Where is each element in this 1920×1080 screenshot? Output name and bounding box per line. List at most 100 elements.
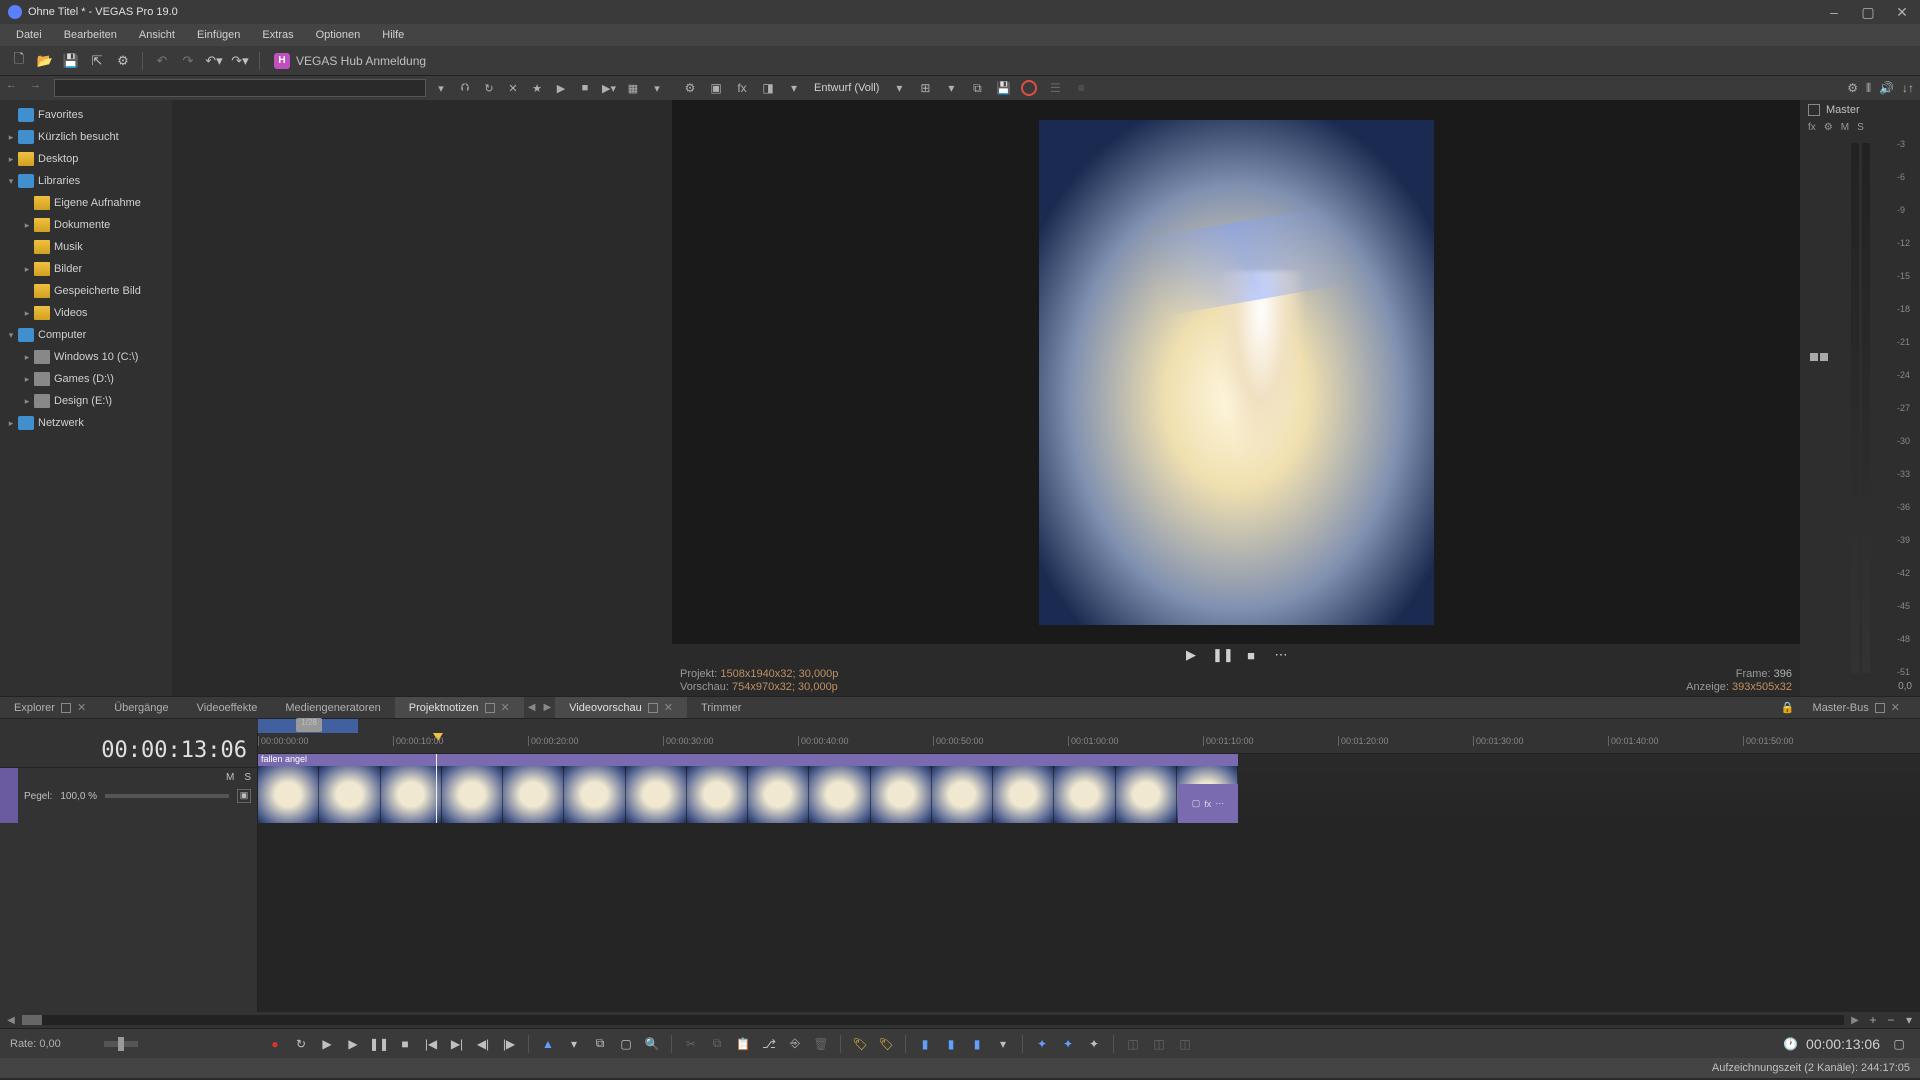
tab-mediengeneratoren[interactable]: Mediengeneratoren [271,697,394,718]
external-preview-icon[interactable]: ▣ [706,79,726,97]
properties-icon[interactable]: ⚙ [112,50,134,72]
timeline-tracks-area[interactable]: 00:00:00:0000:00:10:0000:00:20:0000:00:3… [258,733,1920,1012]
tab-scroll-left-icon[interactable]: ◀ [524,702,540,713]
quality-dropdown-icon[interactable]: ▾ [889,79,909,97]
overlay-dropdown-icon[interactable]: ▾ [941,79,961,97]
delete-clip-icon[interactable]: 🗑 [810,1034,832,1054]
tree-item[interactable]: Favorites [0,104,172,126]
delete-icon[interactable]: ✕ [504,79,522,97]
tree-toggle-icon[interactable]: ▸ [4,418,18,429]
tab-explorer[interactable]: Explorer✕ [0,697,100,718]
tree-item[interactable]: ▾Libraries [0,170,172,192]
prev-frame-icon[interactable]: ◀| [472,1034,494,1054]
refresh-icon[interactable]: ↻ [480,79,498,97]
preview-stop-icon[interactable]: ■ [1242,648,1260,663]
tree-item[interactable]: ▸Desktop [0,148,172,170]
go-end-icon[interactable]: ▶| [446,1034,468,1054]
track-options-icon[interactable]: ▣ [237,789,251,803]
go-start-icon[interactable]: |◀ [420,1034,442,1054]
auto-ripple-icon[interactable]: ▢ [615,1034,637,1054]
close-button[interactable]: ✕ [1892,4,1912,21]
tree-toggle-icon[interactable]: ▾ [4,330,18,341]
simulate-icon[interactable]: ≡ [1071,79,1091,97]
playhead-line[interactable] [436,754,437,823]
overlay-icon[interactable]: ⊞ [915,79,935,97]
normal-edit-tool-icon[interactable]: ▲ [537,1034,559,1054]
tab-videoeffekte[interactable]: Videoeffekte [183,697,272,718]
play-preview-icon[interactable]: ▶ [552,79,570,97]
lock-envelope-icon[interactable]: ✦ [1083,1034,1105,1054]
clip-crop-icon[interactable]: ▢ [1192,798,1201,809]
master-mute-button[interactable]: M [1841,122,1849,133]
master-solo-button[interactable]: S [1857,122,1864,133]
lock-icon[interactable]: 🔒 [1781,701,1795,714]
vegas-hub-login[interactable]: H VEGAS Hub Anmeldung [274,53,426,69]
maximize-button[interactable]: ▢ [1858,4,1878,21]
redo-icon[interactable]: ↷ [177,50,199,72]
tab-uebergaenge[interactable]: Übergänge [100,697,182,718]
new-project-icon[interactable]: 🗋 [8,50,30,72]
group-icon[interactable]: ◫ [1122,1034,1144,1054]
snap-dropdown-icon[interactable]: ▾ [992,1034,1014,1054]
timecode-options-icon[interactable]: ▢ [1888,1034,1910,1054]
menu-bearbeiten[interactable]: Bearbeiten [54,29,127,41]
preview-play-icon[interactable]: ▶ [1182,647,1200,663]
master-automation-icon[interactable]: ⚙ [1824,122,1833,133]
save-snapshot-icon[interactable]: 💾 [993,79,1013,97]
next-frame-icon[interactable]: |▶ [498,1034,520,1054]
timeline-ruler[interactable]: 00:00:00:0000:00:10:0000:00:20:0000:00:3… [258,733,1920,753]
track-mute-button[interactable]: M [226,772,234,783]
view-dropdown-icon[interactable]: ▾ [648,79,666,97]
paste-icon[interactable]: 📋 [732,1034,754,1054]
record-toggle-icon[interactable] [1019,79,1039,97]
redo-dropdown-icon[interactable]: ↷▾ [229,50,251,72]
stop-icon[interactable]: ■ [394,1034,416,1054]
menu-extras[interactable]: Extras [252,29,303,41]
tree-item[interactable]: ▸Bilder [0,258,172,280]
timeline-scrollbar[interactable]: ◀ ▶ + − ▾ [0,1012,1920,1028]
copy-icon[interactable]: ⧉ [706,1034,728,1054]
project-props-icon[interactable]: ⚙ [680,79,700,97]
render-icon[interactable]: ⇱ [86,50,108,72]
track-lane-1[interactable]: fallen angel ▢ fx ⋯ [258,753,1920,823]
master-speaker-icon[interactable]: 🔊 [1879,81,1894,95]
tree-toggle-icon[interactable]: ▸ [4,132,18,143]
preview-more-icon[interactable]: ⋯ [1272,647,1290,663]
copy-snapshot-icon[interactable]: ⧉ [967,79,987,97]
overview-knob[interactable]: 1/28 [296,718,322,732]
folder-tree[interactable]: Favorites▸Kürzlich besucht▸Desktop▾Libra… [0,100,172,696]
autoplay-icon[interactable]: ▶▾ [600,79,618,97]
tree-toggle-icon[interactable]: ▸ [20,220,34,231]
meter-bar-left[interactable] [1851,143,1859,673]
tree-toggle-icon[interactable]: ▸ [20,352,34,363]
path-input[interactable] [54,79,426,97]
play-from-start-icon[interactable]: ▶ [316,1034,338,1054]
timecode-display[interactable]: 00:00:13:06 [0,733,257,767]
menu-hilfe[interactable]: Hilfe [372,29,414,41]
menu-ansicht[interactable]: Ansicht [129,29,185,41]
timeline-overview[interactable]: 1/28 [0,719,1920,733]
stop-preview-icon[interactable]: ■ [576,79,594,97]
split-dropdown-icon[interactable]: ▾ [784,79,804,97]
transport-timecode[interactable]: 00:00:13:06 [1806,1036,1880,1052]
tab-trimmer[interactable]: Trimmer [687,697,756,718]
nav-back-icon[interactable]: ← [6,79,24,97]
tree-toggle-icon[interactable]: ▸ [20,264,34,275]
tree-toggle-icon[interactable]: ▸ [20,374,34,385]
ignore-group-icon[interactable]: ◫ [1174,1034,1196,1054]
autoripple-mode-icon[interactable]: ✦ [1057,1034,1079,1054]
split-screen-icon[interactable]: ◨ [758,79,778,97]
track-header-1[interactable]: M S Pegel: 100,0 % ▣ [0,767,257,823]
snap-icon[interactable]: ⧉ [589,1034,611,1054]
save-icon[interactable]: 💾 [60,50,82,72]
tree-item[interactable]: ▸Kürzlich besucht [0,126,172,148]
marker-icon[interactable]: 🏷 [849,1034,871,1054]
path-dropdown-icon[interactable]: ▾ [432,79,450,97]
region-icon[interactable]: 🏷 [875,1034,897,1054]
trim-icon[interactable]: ⎆ [784,1034,806,1054]
split-icon[interactable]: ⎇ [758,1034,780,1054]
master-sliders-icon[interactable]: ⫴ [1866,81,1871,96]
play-icon[interactable]: ▶ [342,1034,364,1054]
scroll-right-icon[interactable]: ▶ [1848,1015,1862,1026]
menu-optionen[interactable]: Optionen [306,29,371,41]
